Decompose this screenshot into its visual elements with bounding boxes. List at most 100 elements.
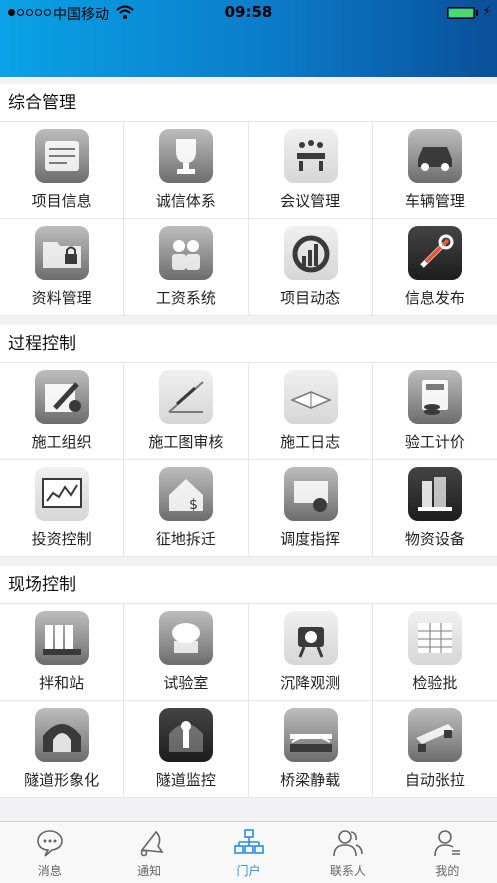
battery-icon <box>447 7 475 19</box>
module-label: 沉降观测 <box>280 674 341 692</box>
locked-folder-icon <box>35 226 89 280</box>
module-tile[interactable]: 调度指挥 <box>248 460 373 557</box>
module-label: 项目动态 <box>280 289 341 307</box>
module-tile[interactable]: 投资控制 <box>0 460 125 557</box>
tab-label: 联系人 <box>329 864 366 878</box>
house-dollar-icon: $ <box>159 467 214 521</box>
module-label: 隧道监控 <box>155 771 216 789</box>
module-label: 施工图审核 <box>148 433 224 451</box>
tab-label: 门户 <box>236 864 261 878</box>
module-label: 投资控制 <box>31 530 92 548</box>
module-tile[interactable]: 拌和站 <box>0 604 125 701</box>
clock-time: 09:58 <box>224 3 273 21</box>
tunnel-monitor-icon <box>159 708 214 762</box>
section-0: 综合管理项目信息 诚信体系 会议管理 车辆管理资料管理 工资系统 项目动态 信息发布 <box>0 84 497 316</box>
tunnel-icon <box>35 708 89 762</box>
section-title: 过程控制 <box>0 325 497 363</box>
module-grid: 项目信息 诚信体系 会议管理 车辆管理资料管理 工资系统 项目动态 信息发布 <box>0 122 497 316</box>
module-grid: 拌和站 试验室 沉降观测 检验批隧道形象化 隧道监控 桥梁静载 自动张拉 <box>0 604 497 798</box>
module-tile[interactable]: 会议管理 <box>248 122 373 219</box>
module-label: 诚信体系 <box>155 192 216 210</box>
surveying-camera-icon <box>283 611 338 665</box>
module-tile[interactable]: $ 征地拆迁 <box>124 460 249 557</box>
module-label: 会议管理 <box>280 192 341 210</box>
org-chart-icon <box>233 828 264 858</box>
module-label: 征地拆迁 <box>155 530 216 548</box>
module-tile[interactable]: 资料管理 <box>0 219 125 316</box>
workers-icon <box>159 226 214 280</box>
module-tile[interactable]: 检验批 <box>372 604 497 701</box>
contacts-icon <box>333 828 363 858</box>
module-tile[interactable]: 信息发布 <box>372 219 497 316</box>
bridge-icon <box>283 708 338 762</box>
module-label: 试验室 <box>163 674 209 692</box>
open-book-icon <box>283 370 338 424</box>
tab-profile[interactable]: 我的 <box>398 822 497 883</box>
module-label: 工资系统 <box>155 289 216 307</box>
module-label: 调度指挥 <box>280 530 341 548</box>
section-2: 现场控制拌和站 试验室 沉降观测 检验批隧道形象化 隧道监控 桥梁静载 自动张拉 <box>0 566 497 798</box>
module-tile[interactable]: 车辆管理 <box>372 122 497 219</box>
module-label: 资料管理 <box>31 289 92 307</box>
module-label: 信息发布 <box>404 289 465 307</box>
module-label: 施工日志 <box>280 433 341 451</box>
charging-bolt-icon: ⚡ <box>482 4 491 18</box>
buildings-icon <box>407 467 462 521</box>
status-bar: 中国移动 09:58 ⚡ <box>0 0 497 26</box>
module-grid: 施工组织 施工图审核 施工日志 验工计价投资控制 $ 征地拆迁 调度指挥 物资设备 <box>0 363 497 557</box>
meeting-icon <box>283 129 338 183</box>
module-label: 项目信息 <box>31 192 92 210</box>
svg-text:$: $ <box>189 497 198 513</box>
tab-label: 通知 <box>137 864 162 878</box>
tab-contacts[interactable]: 联系人 <box>298 822 397 883</box>
module-tile[interactable]: 桥梁静载 <box>248 701 373 798</box>
silos-icon <box>35 611 89 665</box>
profile-icon <box>432 828 462 858</box>
module-tile[interactable]: 自动张拉 <box>372 701 497 798</box>
module-tile[interactable]: 工资系统 <box>124 219 249 316</box>
section-title: 现场控制 <box>0 566 497 604</box>
map-scroll-icon <box>35 129 89 183</box>
gauge-icon <box>283 226 338 280</box>
tab-chat-bubble[interactable]: 消息 <box>0 822 99 883</box>
module-label: 隧道形象化 <box>24 771 100 789</box>
module-tile[interactable]: 物资设备 <box>372 460 497 557</box>
tab-org-chart[interactable]: 门户 <box>199 822 298 883</box>
chat-bubble-icon <box>35 828 65 858</box>
module-tile[interactable]: 诚信体系 <box>124 122 249 219</box>
tools-icon <box>407 226 462 280</box>
module-label: 检验批 <box>412 674 458 692</box>
module-tile[interactable]: 项目信息 <box>0 122 125 219</box>
module-tile[interactable]: 施工日志 <box>248 363 373 460</box>
tab-label: 我的 <box>435 864 460 878</box>
monitor-chart-icon <box>35 467 89 521</box>
jack-beam-icon <box>407 708 462 762</box>
module-tile[interactable]: 隧道监控 <box>124 701 249 798</box>
blueprint-icon <box>159 370 214 424</box>
bell-icon <box>134 828 164 858</box>
lab-instrument-icon <box>159 611 214 665</box>
portal-content: 综合管理项目信息 诚信体系 会议管理 车辆管理资料管理 工资系统 项目动态 信息发布过程控制… <box>0 84 497 807</box>
module-tile[interactable]: 沉降观测 <box>248 604 373 701</box>
bottom-tab-bar: 消息 通知 门户 联系人 我的 <box>0 821 497 883</box>
trophy-icon <box>159 129 214 183</box>
tab-bell[interactable]: 通知 <box>99 822 198 883</box>
module-tile[interactable]: 验工计价 <box>372 363 497 460</box>
module-label: 物资设备 <box>404 530 465 548</box>
module-label: 拌和站 <box>39 674 85 692</box>
tab-label: 消息 <box>37 864 62 878</box>
module-tile[interactable]: 项目动态 <box>248 219 373 316</box>
module-tile[interactable]: 施工组织 <box>0 363 125 460</box>
section-title: 综合管理 <box>0 84 497 122</box>
module-tile[interactable]: 试验室 <box>124 604 249 701</box>
module-label: 施工组织 <box>31 433 92 451</box>
module-label: 自动张拉 <box>404 771 465 789</box>
module-label: 桥梁静载 <box>280 771 341 789</box>
pen-paper-icon <box>35 370 89 424</box>
module-tile[interactable]: 隧道形象化 <box>0 701 125 798</box>
dispatch-folder-icon <box>283 467 338 521</box>
spreadsheet-icon <box>407 611 462 665</box>
section-1: 过程控制施工组织 施工图审核 施工日志 验工计价投资控制 $ 征地拆迁 调度指挥 物资设备 <box>0 325 497 557</box>
module-label: 车辆管理 <box>404 192 465 210</box>
module-tile[interactable]: 施工图审核 <box>124 363 249 460</box>
